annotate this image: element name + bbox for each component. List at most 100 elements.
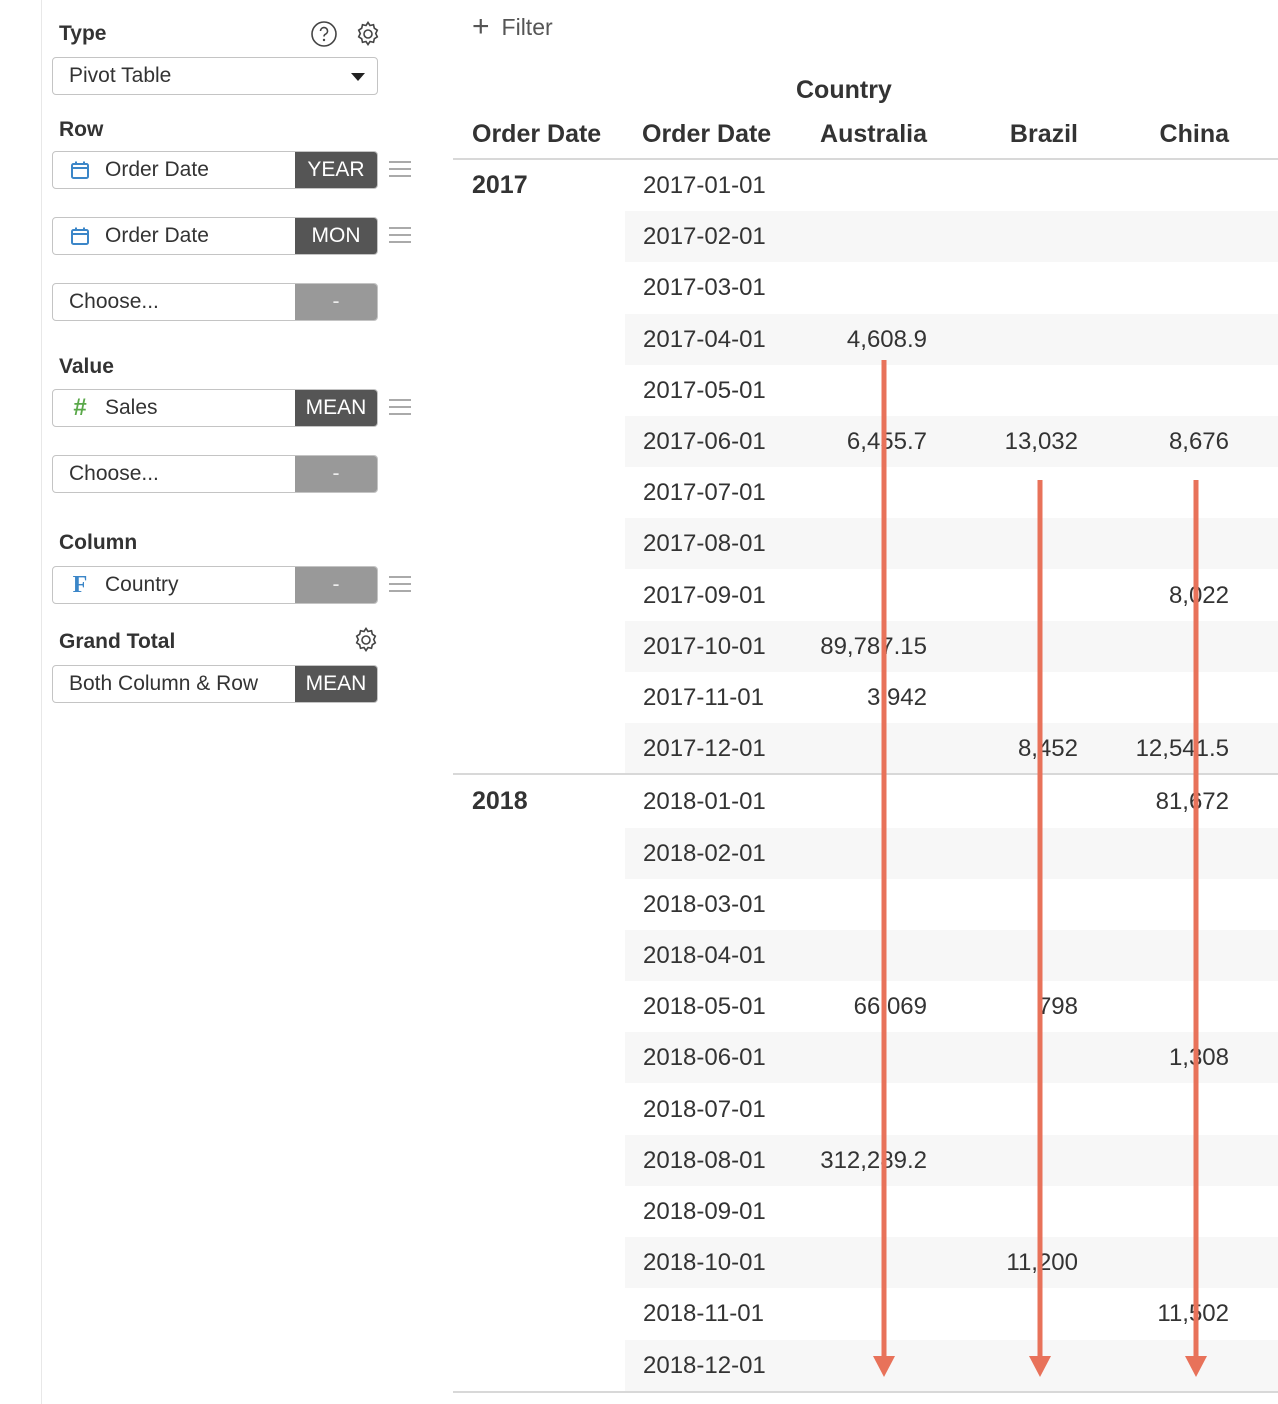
- row-field-1-aggregation-button[interactable]: YEAR: [295, 152, 377, 188]
- month-cell: 2018-07-01: [643, 1095, 766, 1123]
- header-order-date-month: Order Date: [642, 120, 772, 148]
- month-cell: 2017-11-01: [643, 684, 764, 711]
- month-cell: 2018-02-01: [643, 839, 766, 867]
- month-cell: 2018-01-01: [643, 788, 766, 816]
- value-cell-australia: 66,069: [853, 993, 927, 1021]
- value-field-choose[interactable]: Choose... -: [52, 455, 378, 493]
- value-section-title: Value: [59, 355, 114, 378]
- row-field-choose-tag[interactable]: -: [295, 284, 377, 320]
- value-cell-china: 8,022: [1168, 581, 1229, 609]
- filter-label: Filter: [501, 13, 553, 40]
- table-row: 2017-03-01: [453, 262, 1278, 313]
- column-field-label: Country: [105, 573, 179, 596]
- table-row: 2017-04-01 4,608.9: [453, 313, 1278, 365]
- grand-total-gear-icon[interactable]: [352, 626, 380, 654]
- value-cell-australia: 89,787.15: [820, 632, 927, 660]
- table-row: 2018-09-01: [453, 1186, 1278, 1237]
- value-field-choose-tag[interactable]: -: [295, 456, 377, 492]
- help-icon[interactable]: [310, 20, 338, 48]
- value-cell-australia: 6,455.7: [846, 428, 927, 455]
- value-field-1[interactable]: # Sales MEAN: [52, 389, 378, 427]
- month-cell: 2018-03-01: [643, 890, 766, 918]
- month-cell: 2018-11-01: [643, 1300, 764, 1328]
- table-row: 2017-11-01 3,942: [453, 672, 1278, 723]
- month-cell: 2018-10-01: [643, 1249, 766, 1277]
- table-row: 2017-09-01 8,022: [453, 570, 1278, 621]
- value-cell-australia: 4,608.9: [846, 325, 927, 353]
- number-hash-icon: #: [73, 394, 87, 421]
- chart-type-value: Pivot Table: [69, 64, 172, 87]
- settings-gear-icon[interactable]: [354, 20, 382, 48]
- value-cell-brazil: 798: [1037, 993, 1078, 1021]
- grand-total-aggregation-button[interactable]: MEAN: [295, 666, 377, 702]
- column-field-tag[interactable]: -: [295, 567, 377, 603]
- factor-icon: F: [72, 571, 88, 598]
- header-brazil: Brazil: [1009, 120, 1078, 148]
- row-field-1[interactable]: Order Date YEAR: [52, 151, 378, 189]
- table-row: 2018-05-01 66,069 798: [453, 981, 1278, 1032]
- column-group-header: Country: [796, 76, 892, 104]
- value-cell-china: 12,541.5: [1135, 735, 1229, 763]
- table-row: 2018-03-01: [453, 879, 1278, 930]
- table-row: 2017-06-01 6,455.7 13,032 8,676: [453, 416, 1278, 467]
- grand-total-field[interactable]: Both Column & Row MEAN: [52, 665, 378, 703]
- month-cell: 2018-04-01: [643, 942, 766, 969]
- table-row: 2018-07-01: [453, 1084, 1278, 1135]
- value-cell-australia: 312,289.2: [820, 1146, 927, 1174]
- month-cell: 2017-12-01: [643, 735, 766, 763]
- month-cell: 2018-12-01: [643, 1351, 766, 1379]
- month-cell: 2017-06-01: [643, 428, 766, 455]
- row-field-2[interactable]: Order Date MON: [52, 217, 378, 255]
- month-cell: 2018-06-01: [643, 1044, 766, 1072]
- chart-config-sidebar: Type Pivot Table Row Order Date YEAR Ord…: [0, 0, 440, 1404]
- table-row: 2018-11-01 11,502: [453, 1288, 1278, 1339]
- table-row: 2017-10-01 89,787.15: [453, 620, 1278, 672]
- drag-handle-icon[interactable]: [389, 399, 411, 417]
- value-field-1-aggregation-button[interactable]: MEAN: [295, 390, 377, 426]
- table-row: 2018-10-01 11,200: [453, 1237, 1278, 1289]
- table-row: 2017-08-01: [453, 518, 1278, 570]
- row-field-2-label: Order Date: [105, 224, 209, 247]
- value-field-1-label: Sales: [105, 396, 158, 419]
- drag-handle-icon[interactable]: [389, 227, 411, 245]
- year-group-divider: [453, 773, 1278, 776]
- month-cell: 2017-09-01: [643, 581, 766, 609]
- month-cell: 2017-07-01: [643, 479, 766, 507]
- row-field-choose-label: Choose...: [69, 290, 159, 313]
- column-section-title: Column: [59, 531, 138, 554]
- plus-icon: +: [472, 10, 490, 43]
- month-cell: 2017-10-01: [643, 632, 766, 660]
- table-row: 2018-04-01: [453, 930, 1278, 981]
- row-field-1-label: Order Date: [105, 158, 209, 181]
- value-cell-brazil: 11,200: [1006, 1249, 1078, 1277]
- table-row: 2017-07-01: [453, 467, 1278, 518]
- month-cell: 2017-03-01: [643, 274, 766, 302]
- calendar-icon: [69, 225, 91, 247]
- row-field-2-aggregation-button[interactable]: MON: [295, 218, 377, 254]
- drag-handle-icon[interactable]: [389, 161, 411, 179]
- add-filter-button[interactable]: + Filter: [472, 12, 553, 42]
- month-cell: 2017-01-01: [643, 172, 766, 199]
- month-cell: 2018-09-01: [643, 1198, 766, 1225]
- header-order-date-year: Order Date: [472, 120, 602, 148]
- column-field[interactable]: F Country -: [52, 566, 378, 604]
- table-row: 2018-06-01 1,308: [453, 1032, 1278, 1084]
- grand-total-section-title: Grand Total: [59, 630, 176, 653]
- table-row: 2018-12-01: [453, 1339, 1278, 1391]
- table-bottom-border: [453, 1390, 1278, 1393]
- value-cell-china: 81,672: [1155, 788, 1229, 816]
- drag-handle-icon[interactable]: [389, 576, 411, 594]
- value-field-choose-label: Choose...: [69, 462, 159, 485]
- header-australia: Australia: [820, 120, 927, 148]
- row-field-choose[interactable]: Choose... -: [52, 283, 378, 321]
- type-section-title: Type: [59, 22, 107, 45]
- chart-type-select[interactable]: Pivot Table: [52, 57, 378, 95]
- value-cell-china: 11,502: [1157, 1300, 1229, 1328]
- value-cell-australia: 3,942: [866, 684, 927, 711]
- month-cell: 2017-05-01: [643, 376, 766, 404]
- table-row: 2017-12-01 8,452 12,541.5: [453, 723, 1278, 775]
- month-cell: 2017-08-01: [643, 530, 766, 558]
- table-row: 2017-02-01: [453, 211, 1278, 263]
- value-cell-china: 8,676: [1168, 428, 1229, 455]
- calendar-icon: [69, 159, 91, 181]
